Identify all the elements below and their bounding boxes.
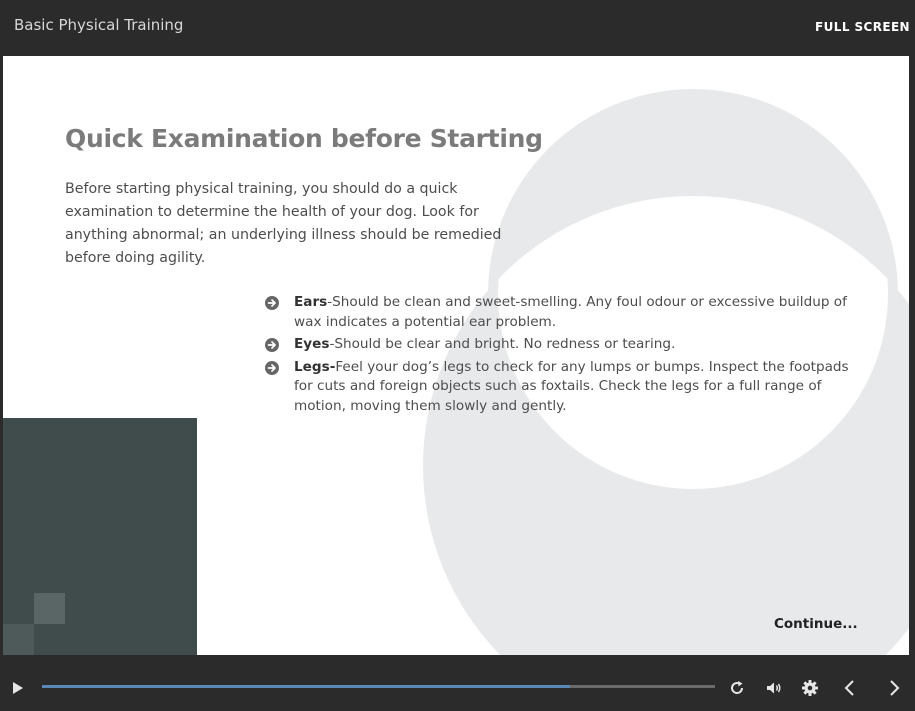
decorative-square bbox=[3, 624, 34, 655]
play-icon[interactable] bbox=[9, 679, 27, 697]
top-bar: Basic Physical Training FULL SCREEN bbox=[0, 0, 915, 56]
settings-icon[interactable] bbox=[801, 679, 819, 697]
replay-icon[interactable] bbox=[728, 679, 746, 697]
intro-paragraph: Before starting physical training, you s… bbox=[65, 181, 502, 266]
term-eyes: Eyes bbox=[294, 336, 330, 352]
progress-bar[interactable] bbox=[42, 685, 715, 688]
desc-eyes: -Should be clear and bright. No redness … bbox=[329, 336, 676, 352]
decorative-square bbox=[34, 593, 65, 624]
progress-fill bbox=[42, 685, 571, 688]
desc-legs: Feel your dog’s legs to check for any lu… bbox=[294, 358, 849, 414]
exam-list: Ears-Should be clean and sweet-smelling.… bbox=[263, 293, 853, 419]
continue-button[interactable]: Continue... bbox=[774, 616, 858, 632]
slide-title: Quick Examination before Starting bbox=[65, 124, 543, 153]
slide-canvas: Quick Examination before Starting Before… bbox=[3, 56, 909, 655]
player-controls bbox=[0, 655, 915, 711]
course-title: Basic Physical Training bbox=[14, 16, 184, 34]
next-icon[interactable] bbox=[885, 679, 903, 697]
fullscreen-button[interactable]: FULL SCREEN bbox=[815, 20, 910, 34]
term-legs: Legs- bbox=[294, 358, 336, 375]
arrow-circle-icon bbox=[265, 360, 279, 375]
list-item-eyes: Eyes-Should be clear and bright. No redn… bbox=[263, 335, 853, 355]
list-item-ears: Ears-Should be clean and sweet-smelling.… bbox=[263, 293, 853, 332]
desc-ears: -Should be clean and sweet-smelling. Any… bbox=[294, 294, 847, 330]
volume-icon[interactable] bbox=[765, 679, 783, 697]
decorative-block bbox=[3, 418, 197, 655]
term-ears: Ears bbox=[294, 294, 328, 310]
list-item-legs: Legs-Feel your dog’s legs to check for a… bbox=[263, 358, 853, 417]
previous-icon[interactable] bbox=[841, 679, 859, 697]
arrow-circle-icon bbox=[265, 338, 279, 352]
arrow-circle-icon bbox=[265, 296, 279, 310]
